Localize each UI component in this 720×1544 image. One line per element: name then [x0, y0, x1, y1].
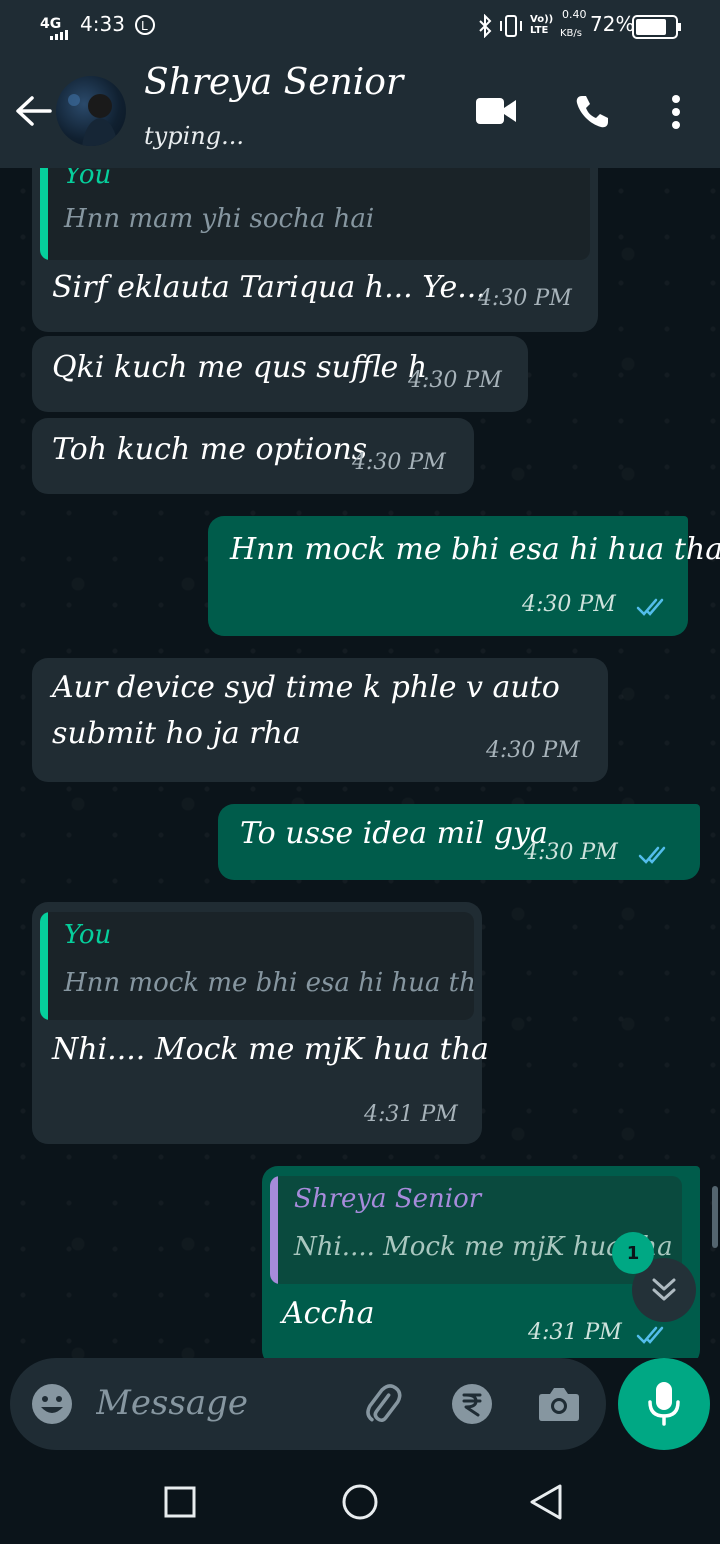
- message-time: 4:30 PM: [524, 840, 618, 865]
- message-incoming[interactable]: Toh kuch me options 4:30 PM: [32, 418, 474, 494]
- voice-record-button[interactable]: [618, 1358, 710, 1450]
- message-time: 4:31 PM: [364, 1102, 458, 1127]
- compose-bar: [0, 1358, 720, 1458]
- message-text: Qki kuch me qus suffle h: [52, 350, 428, 385]
- quote-author: You: [64, 920, 112, 950]
- message-time: 4:30 PM: [408, 368, 502, 393]
- data-speed-unit: KB/s: [560, 28, 582, 39]
- more-options-icon[interactable]: [668, 94, 684, 130]
- battery-icon: [632, 15, 681, 39]
- emoji-icon[interactable]: [30, 1382, 74, 1426]
- message-text-line-2: submit ho ja rha: [52, 716, 301, 751]
- scrollbar[interactable]: [712, 1186, 718, 1248]
- back-nav-icon[interactable]: [528, 1482, 564, 1522]
- message-time: 4:31 PM: [528, 1320, 622, 1345]
- quote-author: Shreya Senior: [294, 1184, 482, 1214]
- quote-bar: [40, 168, 48, 260]
- svg-text:L: L: [141, 19, 148, 33]
- message-field[interactable]: [10, 1358, 606, 1450]
- message-text: Toh kuch me options: [52, 432, 368, 467]
- read-receipt-icon: [636, 1326, 664, 1344]
- message-incoming[interactable]: You Hnn mam yhi socha hai Sirf eklauta T…: [32, 168, 598, 332]
- camera-icon[interactable]: [538, 1384, 580, 1422]
- quoted-message[interactable]: You Hnn mam yhi socha hai: [40, 168, 590, 260]
- contact-name[interactable]: Shreya Senior: [144, 62, 403, 103]
- mic-icon: [648, 1382, 680, 1426]
- message-outgoing[interactable]: Hnn mock me bhi esa hi hua tha 4:30 PM: [208, 516, 720, 636]
- read-receipt-icon: [638, 846, 666, 864]
- message-incoming[interactable]: Qki kuch me qus suffle h 4:30 PM: [32, 336, 528, 412]
- quoted-message[interactable]: You Hnn mock me bhi esa hi hua tha: [40, 912, 474, 1020]
- rupee-payment-icon[interactable]: [450, 1382, 494, 1426]
- recent-apps-icon[interactable]: [164, 1486, 196, 1518]
- video-call-icon[interactable]: [476, 96, 518, 126]
- quote-text: Hnn mam yhi socha hai: [64, 204, 375, 234]
- message-text-line-1: Aur device syd time k phle v auto: [52, 670, 560, 705]
- data-speed-value: 0.40: [562, 8, 587, 21]
- avatar-photo: [68, 94, 118, 146]
- clock: 4:33: [80, 12, 125, 36]
- quote-author: You: [64, 168, 112, 190]
- contact-status: typing...: [144, 122, 244, 150]
- battery-percent: 72%: [590, 12, 635, 36]
- message-time: 4:30 PM: [352, 450, 446, 475]
- attach-icon[interactable]: [360, 1382, 406, 1428]
- message-incoming[interactable]: Aur device syd time k phle v auto submit…: [32, 658, 608, 782]
- avatar[interactable]: [56, 76, 126, 146]
- quote-text: Hnn mock me bhi esa hi hua tha: [64, 968, 474, 998]
- message-time: 4:30 PM: [522, 592, 616, 617]
- read-receipt-icon: [636, 598, 664, 616]
- volte-indicator: Vo)) LTE: [530, 14, 554, 36]
- quote-bar: [40, 912, 48, 1020]
- app-notification-icon: L: [135, 15, 155, 35]
- vibrate-icon: [500, 15, 522, 37]
- signal-icon: [50, 30, 68, 40]
- message-outgoing[interactable]: To usse idea mil gya 4:30 PM: [218, 804, 700, 880]
- chat-header: Shreya Senior typing...: [0, 52, 720, 168]
- back-arrow-icon[interactable]: [14, 94, 54, 128]
- message-text: Accha: [282, 1296, 375, 1331]
- quote-bar: [270, 1176, 278, 1284]
- phone-icon[interactable]: [574, 94, 610, 130]
- message-incoming[interactable]: You Hnn mock me bhi esa hi hua tha Nhi..…: [32, 902, 489, 1144]
- system-navigation-bar: [0, 1458, 720, 1544]
- status-bar: 4G 4:33 L Vo)) LTE 0.40 KB/s 72%: [0, 0, 720, 52]
- message-text: Hnn mock me bhi esa hi hua tha: [230, 532, 720, 567]
- message-text: Sirf eklauta Tariqua h... Ye...: [52, 270, 486, 305]
- message-time: 4:30 PM: [486, 738, 580, 763]
- message-text: To usse idea mil gya: [240, 816, 548, 851]
- message-time: 4:30 PM: [478, 286, 572, 311]
- home-icon[interactable]: [340, 1482, 380, 1522]
- unread-count-badge[interactable]: 1: [612, 1232, 654, 1274]
- chat-messages-area[interactable]: You Hnn mam yhi socha hai Sirf eklauta T…: [0, 168, 720, 1358]
- bluetooth-icon: [479, 14, 492, 38]
- message-input[interactable]: [94, 1372, 348, 1434]
- message-text: Nhi.... Mock me mjK hua tha: [52, 1032, 489, 1067]
